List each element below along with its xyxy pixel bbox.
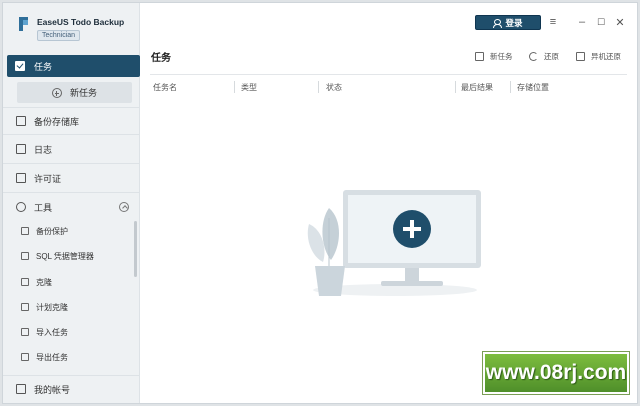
account-icon: [16, 384, 26, 394]
column-separator[interactable]: [234, 81, 235, 93]
add-task-icon: [475, 51, 484, 61]
close-icon[interactable]: ✕: [613, 15, 627, 29]
sidebar-item-label: 任务: [34, 61, 53, 72]
sub-item-label: SQL 凭据管理器: [36, 251, 94, 261]
schedule-clone-icon: [21, 303, 29, 311]
column-header[interactable]: 存储位置: [517, 79, 549, 95]
license-icon: [16, 173, 26, 183]
collapse-icon[interactable]: [119, 202, 129, 212]
sidebar-item-label: 备份存储库: [34, 116, 80, 127]
export-icon: [21, 353, 29, 361]
app-window: EaseUS Todo Backup Technician 任务 新任务 备份存…: [2, 2, 638, 404]
divider: [3, 107, 140, 108]
column-header[interactable]: 最后结果: [461, 79, 493, 95]
page-title: 任务: [151, 53, 171, 64]
column-separator[interactable]: [510, 81, 511, 93]
sub-item-label: 备份保护: [36, 226, 68, 236]
sidebar-item-tasks[interactable]: 任务: [7, 55, 140, 77]
user-icon: [493, 18, 503, 28]
sub-item-label: 计划克隆: [36, 302, 68, 312]
action-label: 异机还原: [591, 51, 621, 61]
minimize-icon[interactable]: –: [575, 15, 589, 29]
action-label: 新任务: [490, 51, 513, 61]
sidebar-item-label: 我的帐号: [34, 384, 71, 395]
sidebar-scrollbar[interactable]: [134, 221, 137, 277]
task-table-header: 任务名 类型 状态 最后结果 存储位置: [150, 79, 627, 95]
clone-icon: [21, 278, 29, 286]
log-icon: [16, 144, 26, 154]
easeus-logo-icon: [19, 17, 28, 31]
checkbox-icon: [15, 61, 25, 71]
sql-icon: [21, 252, 29, 260]
restore-action[interactable]: 还原: [529, 49, 559, 63]
tools-sub-backup-protect[interactable]: 备份保护: [21, 223, 68, 239]
import-icon: [21, 328, 29, 336]
divider: [3, 134, 140, 135]
column-header[interactable]: 状态: [326, 79, 342, 95]
site-watermark: www.08rj.com: [483, 352, 629, 394]
sidebar-item-license[interactable]: 许可证: [7, 167, 140, 189]
sidebar-item-label: 许可证: [34, 173, 62, 184]
column-header[interactable]: 类型: [241, 79, 257, 95]
tools-sub-sql-credentials[interactable]: SQL 凭据管理器: [21, 248, 94, 264]
new-task-label: 新任务: [69, 88, 97, 98]
plus-circle-icon: [51, 87, 62, 98]
tools-sub-schedule-clone[interactable]: 计划克隆: [21, 299, 68, 315]
tools-sub-import[interactable]: 导入任务: [21, 324, 68, 340]
sidebar-item-label: 日志: [34, 144, 53, 155]
column-separator[interactable]: [318, 81, 319, 93]
login-label: 登录: [505, 17, 523, 28]
protect-icon: [21, 227, 29, 235]
universal-restore-icon: [576, 51, 585, 61]
sidebar-item-log[interactable]: 日志: [7, 138, 140, 160]
divider: [150, 74, 627, 75]
maximize-icon[interactable]: ☐: [594, 15, 608, 29]
column-header[interactable]: 任务名: [153, 79, 177, 95]
action-label: 还原: [544, 51, 559, 61]
divider: [3, 192, 140, 193]
sidebar-item-storage[interactable]: 备份存储库: [7, 110, 140, 132]
sidebar-item-label: 工具: [34, 202, 53, 213]
tools-sub-export[interactable]: 导出任务: [21, 349, 68, 365]
divider: [3, 375, 140, 376]
column-separator[interactable]: [455, 81, 456, 93]
edition-badge: Technician: [37, 30, 81, 41]
app-name: EaseUS Todo Backup: [37, 17, 125, 27]
sidebar: EaseUS Todo Backup Technician 任务 新任务 备份存…: [3, 3, 140, 403]
sidebar-item-account[interactable]: 我的帐号: [7, 378, 140, 400]
empty-state-illustration: [307, 190, 481, 296]
tools-sub-clone[interactable]: 克隆: [21, 274, 52, 290]
divider: [3, 163, 140, 164]
storage-icon: [16, 116, 26, 126]
universal-restore-action[interactable]: 异机还原: [576, 49, 621, 63]
hamburger-icon[interactable]: ≡: [546, 15, 560, 29]
sub-item-label: 克隆: [36, 277, 52, 287]
sub-item-label: 导入任务: [36, 327, 68, 337]
tools-icon: [16, 202, 26, 212]
new-task-action[interactable]: 新任务: [475, 49, 513, 63]
login-button[interactable]: 登录: [475, 15, 541, 30]
sub-item-label: 导出任务: [36, 352, 68, 362]
restore-icon: [529, 51, 538, 61]
new-task-button[interactable]: 新任务: [17, 82, 132, 103]
